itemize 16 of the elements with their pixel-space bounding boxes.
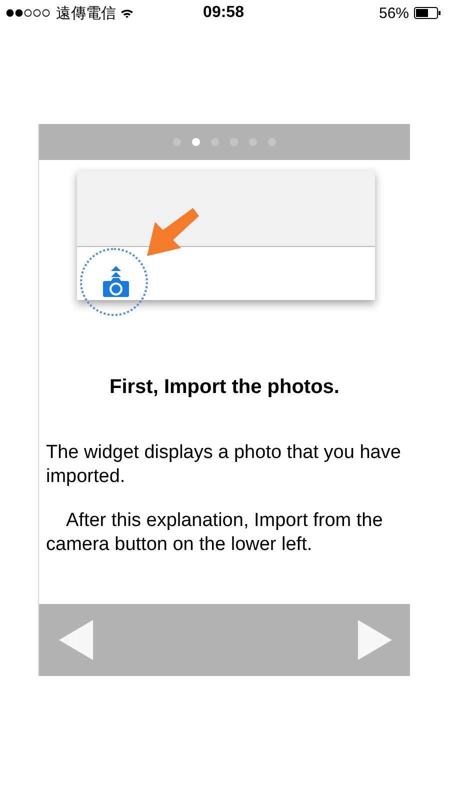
arrow-icon	[145, 206, 201, 258]
battery-icon	[414, 7, 442, 19]
carrier-name: 遠傳電信	[56, 4, 116, 22]
explanation-text: The widget displays a photo that you have imported.	[46, 441, 402, 489]
left-arrow-icon	[59, 620, 93, 660]
battery-percent: 56%	[378, 4, 410, 22]
explanation-text: After this explanation, Import from the camera button on the lower left.	[46, 509, 384, 557]
clock-time: 09:58	[203, 4, 244, 22]
signal-icon	[6, 9, 52, 17]
page-dot[interactable]	[192, 138, 200, 146]
tutorial-title: First, Import the photos.	[108, 376, 340, 399]
next-button[interactable]	[358, 620, 392, 660]
previous-button[interactable]	[59, 620, 93, 660]
camera-icon	[102, 266, 130, 298]
wifi-icon	[120, 8, 134, 18]
right-arrow-icon	[358, 620, 392, 660]
